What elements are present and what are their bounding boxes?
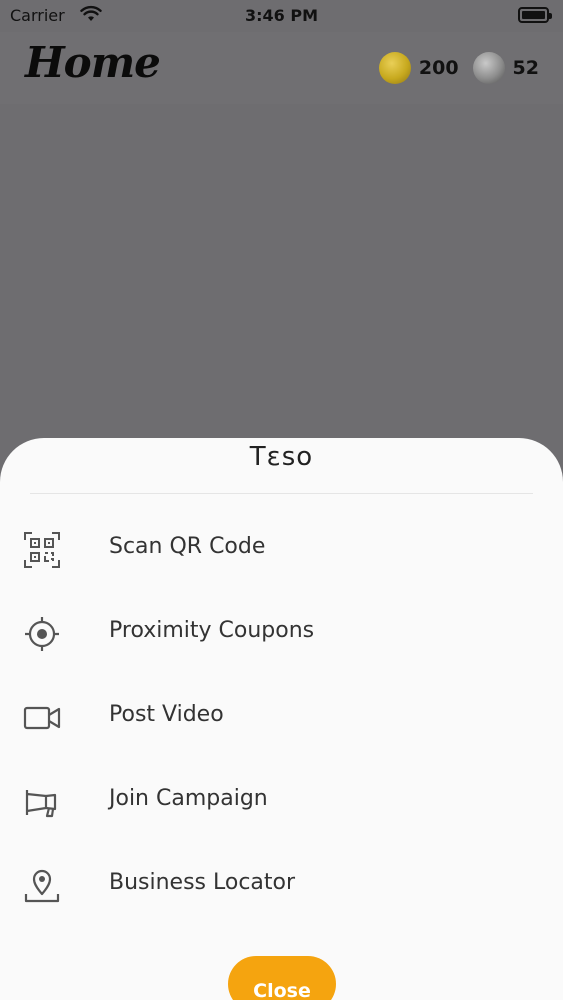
sheet-title: Tεso [249,442,314,472]
close-button[interactable]: Close [228,956,336,1000]
coin-balances: 200 52 [378,52,539,84]
menu-item-join-campaign[interactable]: Join Campaign [0,768,563,832]
divider [30,493,533,494]
silver-coin-count: 52 [512,57,539,79]
gold-coin-count: 200 [418,57,459,79]
menu-item-label: Scan QR Code [109,534,266,559]
menu-item-label: Business Locator [109,870,296,895]
menu-item-label: Join Campaign [109,786,268,811]
menu-item-label: Post Video [109,702,224,727]
target-icon [25,617,59,651]
location-pin-icon [24,869,60,903]
action-sheet: Tεso Scan QR Code Proximity Coupons Post… [0,438,563,1000]
gold-coin-icon [378,52,411,84]
app-header: Home 200 52 [0,32,563,104]
qr-scan-icon [24,532,60,568]
menu-item-business-locator[interactable]: Business Locator [0,852,563,916]
silver-coin-icon [472,52,505,84]
menu-item-label: Proximity Coupons [109,618,315,643]
status-bar: Carrier 3:46 PM [0,0,563,32]
video-camera-icon [23,706,61,730]
clock: 3:46 PM [244,6,318,25]
menu-item-scan-qr-code[interactable]: Scan QR Code [0,516,563,580]
page-title: Home [25,38,161,87]
menu-item-proximity-coupons[interactable]: Proximity Coupons [0,600,563,664]
megaphone-icon [25,790,57,818]
battery-icon [518,7,552,23]
menu-item-post-video[interactable]: Post Video [0,684,563,748]
